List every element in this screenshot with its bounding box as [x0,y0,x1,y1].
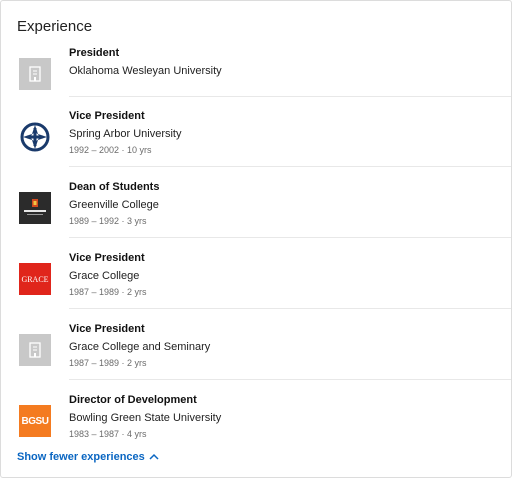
experience-item[interactable]: GRACE Vice President Grace College 1987 … [1,251,513,322]
date-range: 1987 – 1989 · 2 yrs [69,287,147,297]
date-range: 1987 – 1989 · 2 yrs [69,358,147,368]
show-fewer-label: Show fewer experiences [17,451,145,463]
company-name: Grace College [69,270,140,282]
experience-item[interactable]: Dean of Students Greenville College 1989… [1,180,513,251]
spring-arbor-logo [19,121,51,153]
show-fewer-button[interactable]: Show fewer experiences [17,451,159,463]
divider [69,237,511,238]
company-name: Oklahoma Wesleyan University [69,65,222,77]
experience-item[interactable]: Vice President Grace College and Seminar… [1,322,513,393]
job-title: President [69,47,120,59]
company-name: Spring Arbor University [69,128,182,140]
company-name: Grace College and Seminary [69,341,211,353]
divider [69,166,511,167]
chevron-up-icon [149,453,159,460]
date-range: 1992 – 2002 · 10 yrs [69,145,152,155]
experience-item[interactable]: President Oklahoma Wesleyan University [1,46,513,117]
company-name: Bowling Green State University [69,412,222,424]
divider [69,379,511,380]
job-title: Vice President [69,252,145,264]
grace-logo-text: GRACE [21,274,49,284]
experience-card: Experience President Oklahoma Wesleyan U… [0,0,512,478]
job-title: Dean of Students [69,181,160,193]
greenville-logo [19,192,51,224]
placeholder-building-icon [19,334,51,366]
divider [69,308,511,309]
divider [69,96,511,97]
date-range: 1983 – 1987 · 4 yrs [69,429,147,439]
section-heading: Experience [17,18,93,35]
bgsu-logo-text: BGSU [21,415,49,427]
company-name: Greenville College [69,199,159,211]
job-title: Vice President [69,110,145,122]
grace-logo: GRACE [19,263,51,295]
bgsu-logo: BGSU [19,405,51,437]
placeholder-building-icon [19,58,51,90]
date-range: 1989 – 1992 · 3 yrs [69,216,147,226]
job-title: Vice President [69,323,145,335]
job-title: Director of Development [69,394,197,406]
experience-item[interactable]: Vice President Spring Arbor University 1… [1,109,513,180]
